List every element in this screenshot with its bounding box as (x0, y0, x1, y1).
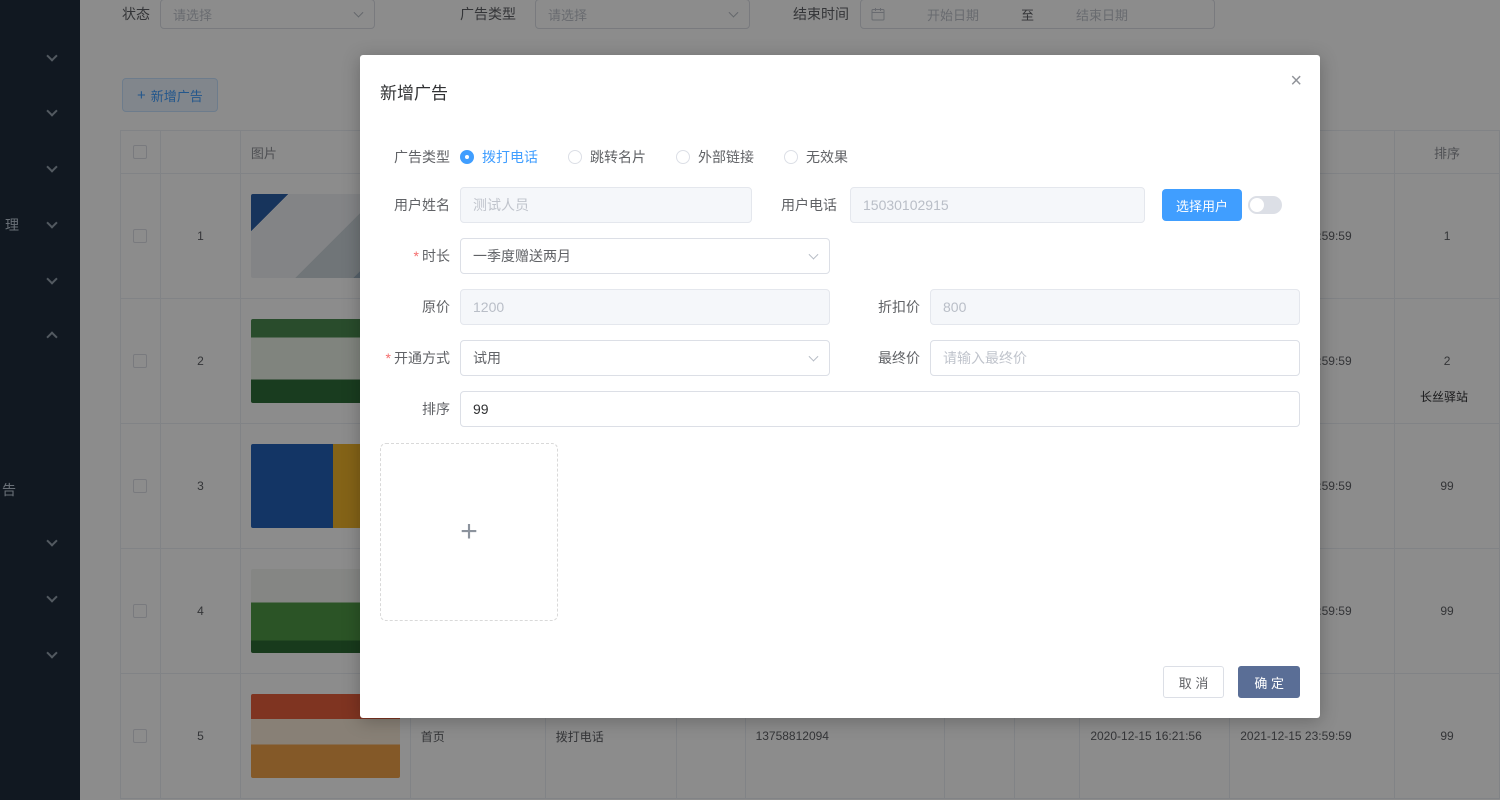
radio-jump-card[interactable]: 跳转名片 (568, 147, 646, 167)
ad-type-radio-group: 拨打电话 跳转名片 外部链接 无效果 (460, 139, 878, 175)
user-phone-input (850, 187, 1145, 223)
dialog-title: 新增广告 (380, 79, 448, 104)
duration-value: 一季度赠送两月 (473, 246, 571, 266)
original-price-label: 原价 (360, 289, 450, 325)
radio-label: 无效果 (806, 147, 848, 167)
user-phone-label: 用户电话 (755, 187, 837, 223)
cancel-button[interactable]: 取 消 (1163, 666, 1225, 698)
form-row-user: 用户姓名 用户电话 选择用户 (360, 187, 1320, 223)
radio-dot-icon (460, 150, 474, 164)
radio-label: 拨打电话 (482, 147, 538, 167)
radio-no-effect[interactable]: 无效果 (784, 147, 848, 167)
original-price-input (460, 289, 830, 325)
required-asterisk: * (414, 248, 419, 264)
dialog-footer: 取 消 确 定 (1163, 666, 1300, 698)
ad-type-label: 广告类型 (360, 139, 450, 175)
user-switch-toggle[interactable] (1248, 196, 1282, 214)
radio-dot-icon (568, 150, 582, 164)
add-ad-dialog: 新增广告 × 广告类型 拨打电话 跳转名片 外部链接 (360, 55, 1320, 718)
final-price-label: 最终价 (855, 340, 920, 376)
radio-dot-icon (676, 150, 690, 164)
form-row-sort: 排序 (360, 391, 1320, 427)
radio-call-phone[interactable]: 拨打电话 (460, 147, 538, 167)
activation-value: 试用 (473, 348, 501, 368)
chevron-down-icon (809, 352, 819, 362)
radio-label: 跳转名片 (590, 147, 646, 167)
duration-select[interactable]: 一季度赠送两月 (460, 238, 830, 274)
radio-label: 外部链接 (698, 147, 754, 167)
user-name-label: 用户姓名 (360, 187, 450, 223)
radio-external-link[interactable]: 外部链接 (676, 147, 754, 167)
form-row-price: 原价 折扣价 (360, 289, 1320, 325)
radio-dot-icon (784, 150, 798, 164)
close-icon[interactable]: × (1290, 71, 1302, 91)
duration-label: *时长 (360, 238, 450, 274)
activation-label: *开通方式 (360, 340, 450, 376)
image-upload-area[interactable]: + (380, 443, 558, 621)
form-row-duration: *时长 一季度赠送两月 (360, 238, 1320, 274)
sort-input[interactable] (460, 391, 1300, 427)
user-name-input (460, 187, 752, 223)
page: 理 告 状态 请选择 广告类型 请选择 结束时间 开始日期 至 结束日期 + 新… (0, 0, 1500, 800)
activation-select[interactable]: 试用 (460, 340, 830, 376)
discount-price-label: 折扣价 (855, 289, 920, 325)
final-price-input[interactable] (930, 340, 1300, 376)
chevron-down-icon (809, 250, 819, 260)
form-row-ad-type: 广告类型 拨打电话 跳转名片 外部链接 无效果 (360, 139, 1320, 175)
discount-price-input (930, 289, 1300, 325)
select-user-button[interactable]: 选择用户 (1162, 189, 1242, 221)
plus-icon: + (460, 515, 478, 549)
form-row-activation: *开通方式 试用 最终价 (360, 340, 1320, 376)
required-asterisk: * (386, 350, 391, 366)
sort-label: 排序 (360, 391, 450, 427)
confirm-button[interactable]: 确 定 (1238, 666, 1300, 698)
